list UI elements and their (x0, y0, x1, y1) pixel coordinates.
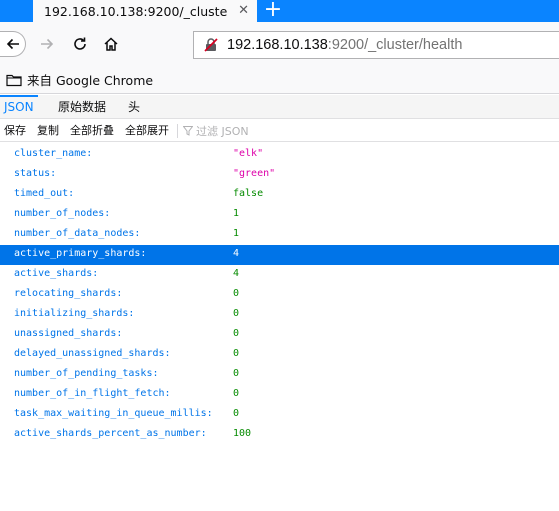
bookmarks-toolbar: 来自 Google Chrome (0, 66, 559, 94)
json-row[interactable]: active_primary_shards: 4 (0, 245, 559, 265)
json-value: 4 (233, 268, 240, 279)
arrow-right-icon (41, 38, 54, 50)
navigation-bar: 192.168.10.138:9200/_cluster/health (0, 22, 559, 66)
forward-button[interactable] (33, 30, 61, 58)
json-key: active_shards: (14, 268, 99, 279)
json-value: 100 (233, 428, 252, 439)
folder-icon (6, 74, 22, 86)
new-tab-button[interactable]: + (262, 0, 284, 21)
json-value: 0 (233, 328, 240, 339)
url-host: 192.168.10.138 (227, 37, 328, 53)
tab-headers[interactable]: 头 (128, 95, 140, 119)
filter-placeholder: 过滤 JSON (196, 125, 249, 138)
json-key: active_shards_percent_as_number: (14, 428, 207, 439)
json-value: 4 (233, 248, 240, 259)
json-value: 0 (233, 388, 240, 399)
url-path: :9200/_cluster/health (327, 37, 463, 53)
reload-icon (74, 37, 86, 50)
save-button[interactable]: 保存 (4, 120, 26, 142)
toolbar-divider (177, 124, 178, 138)
json-key: number_of_data_nodes: (14, 228, 141, 239)
json-key: cluster_name: (14, 148, 93, 159)
json-value: 0 (233, 408, 240, 419)
json-row[interactable]: unassigned_shards: 0 (0, 325, 559, 345)
json-row[interactable]: cluster_name: "elk" (0, 145, 559, 165)
json-value: "green" (233, 168, 276, 179)
json-value: 0 (233, 288, 240, 299)
json-value: 0 (233, 308, 240, 319)
json-viewer-tabs: JSON 原始数据 头 (0, 95, 559, 119)
arrow-left-icon (6, 38, 19, 50)
json-key: unassigned_shards: (14, 328, 123, 339)
json-value: "elk" (233, 148, 264, 159)
json-row[interactable]: number_of_data_nodes: 1 (0, 225, 559, 245)
filter-icon (183, 126, 193, 136)
json-row[interactable]: active_shards_percent_as_number: 100 (0, 425, 559, 445)
home-button[interactable] (97, 30, 125, 58)
url-text[interactable]: 192.168.10.138:9200/_cluster/health (227, 37, 462, 53)
json-toolbar: 保存 复制 全部折叠 全部展开 过滤 JSON (0, 120, 559, 142)
json-value: 1 (233, 208, 240, 219)
json-key: active_primary_shards: (14, 248, 147, 259)
json-key: number_of_nodes: (14, 208, 111, 219)
json-row[interactable]: number_of_nodes: 1 (0, 205, 559, 225)
copy-button[interactable]: 复制 (37, 120, 59, 142)
tab-strip: 192.168.10.138:9200/_cluster/he ✕ + (0, 0, 559, 22)
json-row[interactable]: relocating_shards: 0 (0, 285, 559, 305)
tab-raw-data[interactable]: 原始数据 (58, 95, 106, 119)
close-icon[interactable]: ✕ (238, 3, 249, 18)
json-row[interactable]: timed_out: false (0, 185, 559, 205)
bookmark-label: 来自 Google Chrome (27, 73, 154, 88)
bookmark-folder[interactable]: 来自 Google Chrome (6, 70, 153, 89)
expand-all-button[interactable]: 全部展开 (125, 120, 169, 142)
collapse-all-button[interactable]: 全部折叠 (70, 120, 114, 142)
json-key: status: (14, 168, 57, 179)
tab-json[interactable]: JSON (0, 95, 38, 119)
json-row[interactable]: number_of_pending_tasks: 0 (0, 365, 559, 385)
json-row[interactable]: initializing_shards: 0 (0, 305, 559, 325)
json-value: 1 (233, 228, 240, 239)
json-row[interactable]: task_max_waiting_in_queue_millis: 0 (0, 405, 559, 425)
reload-button[interactable] (66, 30, 94, 58)
json-row[interactable]: active_shards: 4 (0, 265, 559, 285)
home-icon (104, 37, 118, 51)
active-tab[interactable]: 192.168.10.138:9200/_cluster/he ✕ (33, 0, 257, 22)
json-tree: cluster_name: "elk" status: "green" timed_ou… (0, 145, 559, 445)
tab-title: 192.168.10.138:9200/_cluster/he (44, 3, 227, 19)
url-bar[interactable]: 192.168.10.138:9200/_cluster/health (193, 31, 559, 59)
json-row[interactable]: status: "green" (0, 165, 559, 185)
back-button[interactable] (0, 31, 26, 57)
json-key: number_of_in_flight_fetch: (14, 388, 171, 399)
insecure-lock-icon[interactable] (203, 37, 219, 53)
filter-json-input[interactable]: 过滤 JSON (183, 120, 249, 142)
json-key: relocating_shards: (14, 288, 123, 299)
json-value: 0 (233, 348, 240, 359)
json-row[interactable]: delayed_unassigned_shards: 0 (0, 345, 559, 365)
json-key: timed_out: (14, 188, 75, 199)
json-row[interactable]: number_of_in_flight_fetch: 0 (0, 385, 559, 405)
json-key: delayed_unassigned_shards: (14, 348, 171, 359)
json-key: task_max_waiting_in_queue_millis: (14, 408, 213, 419)
json-key: initializing_shards: (14, 308, 135, 319)
json-value: false (233, 188, 264, 199)
json-key: number_of_pending_tasks: (14, 368, 159, 379)
json-value: 0 (233, 368, 240, 379)
